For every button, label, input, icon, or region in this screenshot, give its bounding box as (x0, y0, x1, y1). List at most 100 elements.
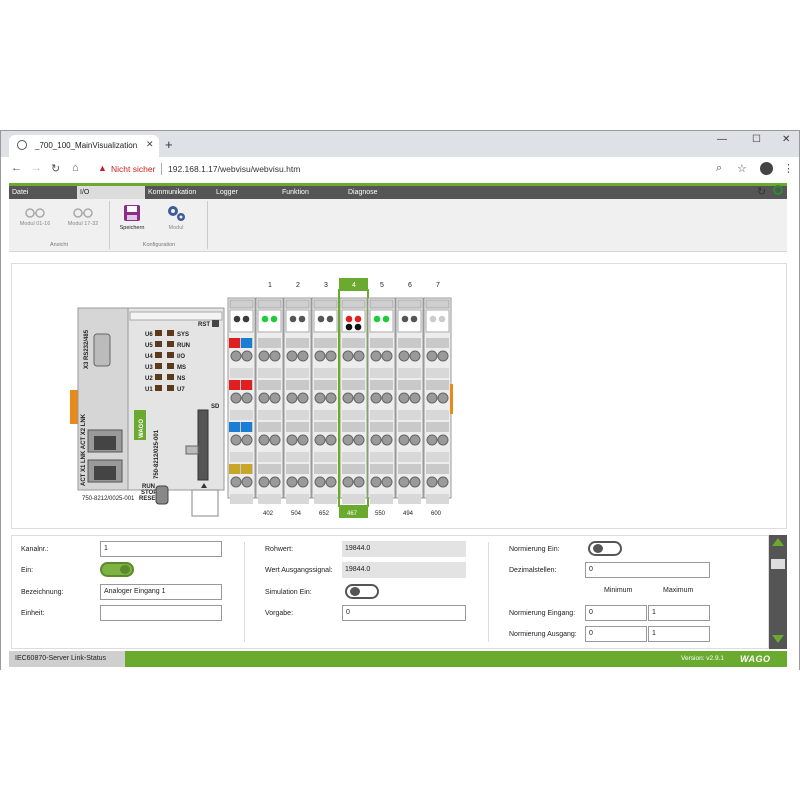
terminal-slot (314, 464, 337, 474)
module-led-window (257, 309, 282, 333)
wert-ausgang-value: 19844.0 (342, 562, 466, 578)
refresh-icon[interactable]: ↻ (757, 185, 766, 198)
glasses-icon (25, 208, 45, 218)
node-visualization-panel: X3 RS232/485 ACT X1 LNK ACT X2 LNK U6 U5 U… (11, 263, 787, 529)
norm-eingang-max-input[interactable]: 1 (648, 605, 710, 621)
address-bar[interactable]: 192.168.1.17/webvisu/webvisu.htm (168, 164, 300, 174)
ein-toggle[interactable] (100, 562, 134, 577)
modul-17-32-button[interactable]: Modul 17-32 (61, 205, 105, 227)
webvisu-app: Datei I/O Kommunikation Logger Funktion … (1, 183, 799, 671)
norm-ausgang-label: Normierung Ausgang: (509, 631, 577, 638)
einheit-input[interactable] (100, 605, 222, 621)
vorgabe-label: Vorgabe: (265, 610, 294, 617)
security-status[interactable]: Nicht sicher (111, 164, 155, 174)
led-label-left: U2 (145, 376, 153, 382)
profile-avatar[interactable] (760, 162, 773, 175)
module-top-cap (397, 299, 422, 309)
modul-01-16-button[interactable]: Modul 01-16 (13, 205, 57, 227)
terminal-screw (381, 476, 393, 488)
scroll-down-icon[interactable] (772, 635, 784, 643)
back-icon[interactable]: ← (11, 162, 22, 174)
menu-io[interactable]: I/O (77, 186, 145, 199)
dezimalstellen-input[interactable]: 0 (585, 562, 710, 578)
group-konfiguration-label: Konfiguration (142, 242, 176, 248)
label-strip (129, 311, 223, 321)
status-led (233, 315, 241, 323)
menu-diagnose[interactable]: Diagnose (345, 186, 413, 199)
terminal-screw (353, 476, 365, 488)
kebab-menu-icon[interactable]: ⋮ (783, 162, 794, 175)
vorgabe-input[interactable]: 0 (342, 605, 466, 621)
terminal-slot (426, 410, 449, 420)
maximum-header: Maximum (663, 587, 694, 594)
bezeichnung-input[interactable]: Analoger Eingang 1 (100, 584, 222, 600)
terminal-screw (353, 434, 365, 446)
terminal-screw (409, 392, 421, 404)
browser-tab[interactable]: _700_100_MainVisualization ✕ (9, 135, 159, 157)
led-indicator (155, 341, 162, 347)
maximize-icon[interactable]: ☐ (752, 134, 761, 145)
terminal-screw (286, 392, 298, 404)
close-window-icon[interactable]: ✕ (782, 134, 790, 145)
home-icon[interactable]: ⌂ (72, 162, 79, 174)
module-id: 467 (347, 511, 358, 517)
power-icon[interactable] (773, 185, 783, 195)
reload-icon[interactable]: ↻ (51, 162, 60, 175)
bookmark-star-icon[interactable]: ☆ (737, 162, 747, 175)
scroll-thumb[interactable] (771, 559, 785, 569)
simulation-toggle[interactable] (345, 584, 379, 599)
terminal-slot (258, 380, 281, 390)
led-label-right: U7 (177, 387, 185, 393)
tab-title: _700_100_MainVisualization (35, 141, 138, 150)
browser-toolbar: ← → ↻ ⌂ ▲ Nicht sicher 192.168.1.17/webv… (1, 157, 799, 184)
menu-logger[interactable]: Logger (213, 186, 281, 199)
terminal-screw (370, 476, 382, 488)
norm-ausgang-min-input[interactable]: 0 (585, 626, 647, 642)
module-led-window (285, 309, 310, 333)
rst-label: RST (198, 322, 210, 328)
terminal-screw (269, 476, 281, 488)
norm-eingang-min-input[interactable]: 0 (585, 605, 647, 621)
terminal-slot (314, 494, 337, 504)
terminal-screw (325, 476, 337, 488)
terminal-screw (269, 350, 281, 362)
sd-label: SD (211, 404, 220, 410)
kanalnr-input[interactable]: 1 (100, 541, 222, 557)
norm-ausgang-max-input[interactable]: 1 (648, 626, 710, 642)
speichern-button[interactable]: Speichern (113, 203, 151, 231)
modul-button[interactable]: Modul (155, 203, 197, 231)
module-led-window (313, 309, 338, 333)
scroll-up-icon[interactable] (772, 538, 784, 546)
led-indicator (167, 363, 174, 369)
terminal-screw (241, 434, 253, 446)
terminal-screw (342, 392, 354, 404)
forward-icon[interactable]: → (31, 162, 42, 174)
module-led-window (229, 309, 254, 333)
terminal-screw (398, 434, 410, 446)
menu-funktion[interactable]: Funktion (279, 186, 347, 199)
terminal-slot (286, 464, 309, 474)
terminal-slot (286, 368, 309, 378)
terminal-screw (437, 476, 449, 488)
terminal-screw (342, 476, 354, 488)
module-top-cap (369, 299, 394, 309)
status-led (401, 315, 409, 323)
terminal-slot (286, 422, 309, 432)
iec60870-status-tab[interactable]: IEC60870-Server Link-Status (9, 651, 125, 667)
module-top-cap (313, 299, 338, 309)
led-indicator (167, 330, 174, 336)
cover-plate (191, 489, 219, 517)
menu-bar: Datei I/O Kommunikation Logger Funktion … (9, 186, 787, 199)
new-tab-button[interactable]: + (165, 137, 173, 152)
zoom-icon[interactable]: ⌕ (716, 162, 722, 175)
terminal-slot (398, 464, 421, 474)
menu-kommunikation[interactable]: Kommunikation (145, 186, 213, 199)
terminal-slot (426, 368, 449, 378)
minimize-icon[interactable]: — (717, 134, 727, 145)
glasses-icon (73, 208, 93, 218)
menu-datei[interactable]: Datei (9, 186, 77, 199)
close-tab-icon[interactable]: ✕ (146, 139, 154, 150)
normierung-ein-toggle[interactable] (588, 541, 622, 556)
form-scrollbar[interactable] (769, 535, 787, 649)
terminal-screw (426, 476, 438, 488)
